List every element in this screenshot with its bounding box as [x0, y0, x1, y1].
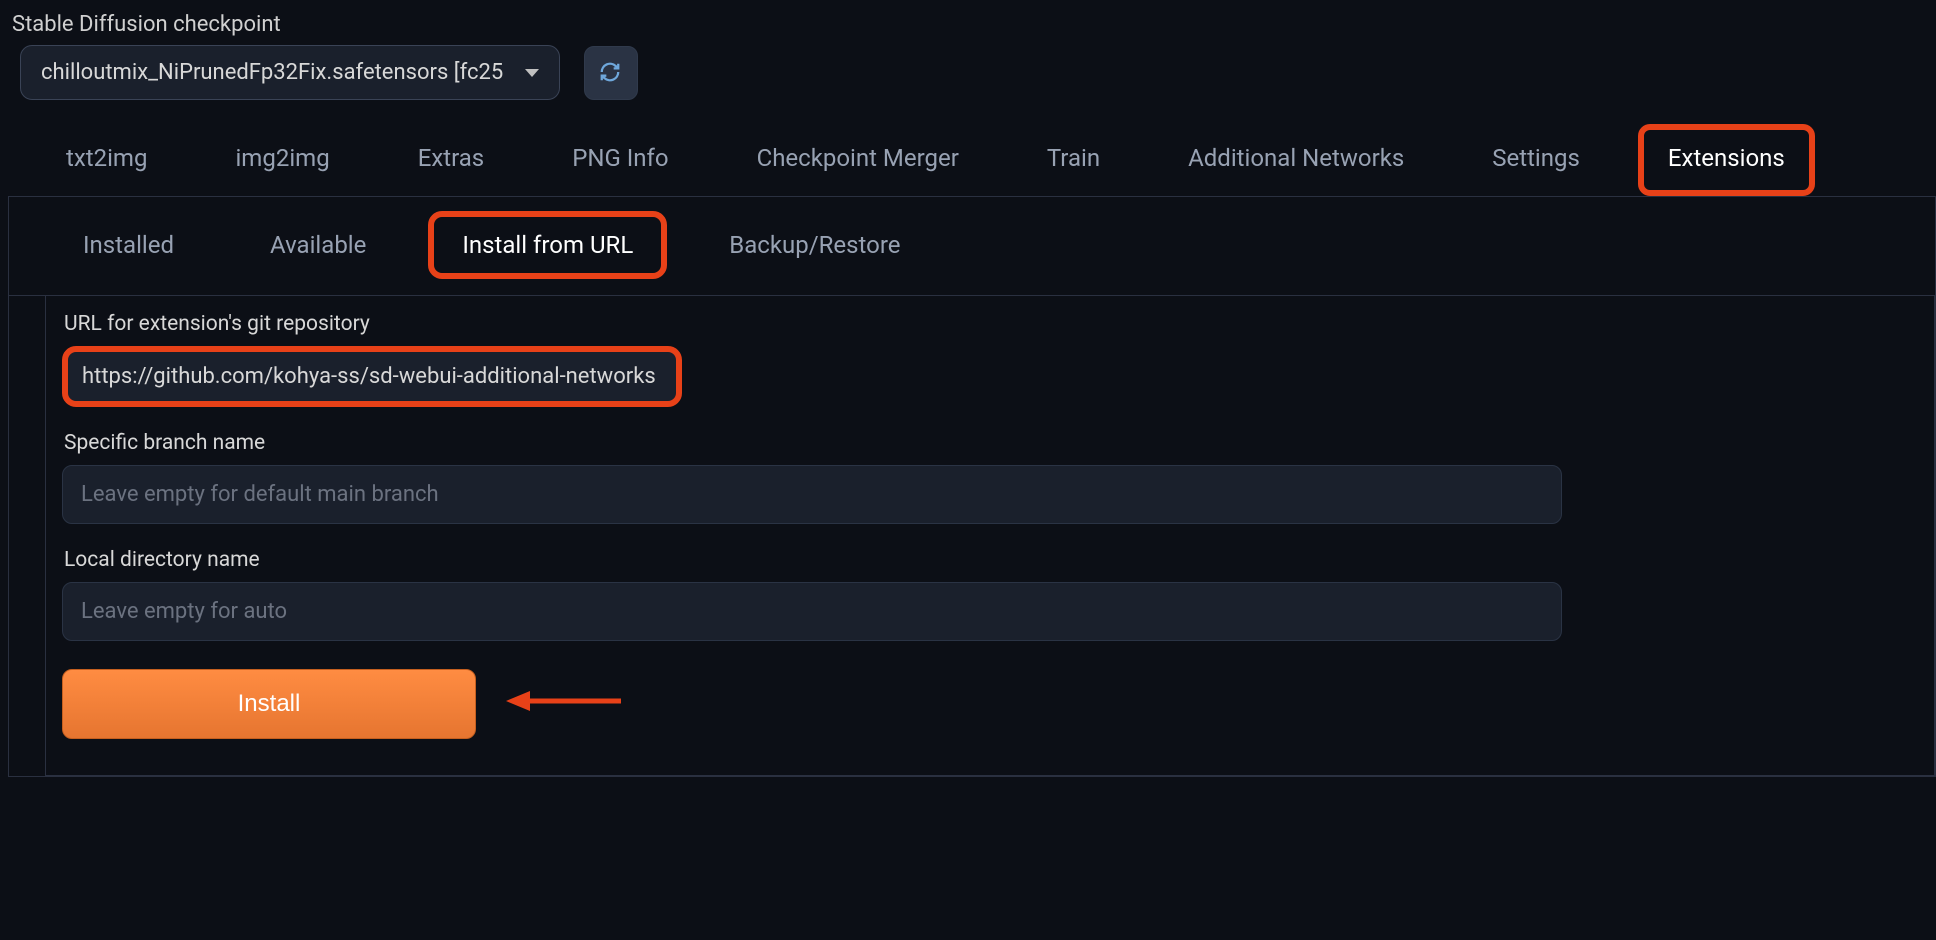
tab-img2img[interactable]: img2img	[205, 124, 359, 196]
refresh-button[interactable]	[584, 46, 638, 100]
sub-tab-installed[interactable]: Installed	[49, 211, 208, 279]
main-tabs: txt2img img2img Extras PNG Info Checkpoi…	[8, 124, 1936, 197]
branch-field-group: Specific branch name	[62, 431, 1934, 524]
url-field-group: URL for extension's git repository	[62, 312, 1934, 407]
tab-settings[interactable]: Settings	[1462, 124, 1610, 196]
branch-label: Specific branch name	[62, 431, 1934, 455]
tab-train[interactable]: Train	[1017, 124, 1130, 196]
arrow-annotation-icon	[506, 681, 626, 727]
install-row: Install	[62, 669, 1934, 739]
install-form: URL for extension's git repository Speci…	[45, 296, 1935, 776]
dir-label: Local directory name	[62, 548, 1934, 572]
tab-additional-networks[interactable]: Additional Networks	[1158, 124, 1434, 196]
content-panel: Installed Available Install from URL Bac…	[8, 197, 1936, 777]
dir-input[interactable]	[62, 582, 1562, 641]
tab-checkpoint-merger[interactable]: Checkpoint Merger	[727, 124, 989, 196]
url-input[interactable]	[62, 346, 682, 407]
refresh-icon	[599, 61, 623, 85]
checkpoint-label: Stable Diffusion checkpoint	[8, 8, 1936, 45]
sub-tab-backup-restore[interactable]: Backup/Restore	[695, 211, 934, 279]
url-label: URL for extension's git repository	[62, 312, 1934, 336]
tab-png-info[interactable]: PNG Info	[542, 124, 698, 196]
sub-tab-install-from-url[interactable]: Install from URL	[428, 211, 667, 279]
branch-input[interactable]	[62, 465, 1562, 524]
sub-tab-available[interactable]: Available	[236, 211, 400, 279]
checkpoint-value: chilloutmix_NiPrunedFp32Fix.safetensors …	[41, 60, 503, 85]
extensions-sub-tabs: Installed Available Install from URL Bac…	[9, 197, 1935, 296]
tab-extensions[interactable]: Extensions	[1638, 124, 1815, 196]
tab-txt2img[interactable]: txt2img	[36, 124, 177, 196]
tab-extras[interactable]: Extras	[388, 124, 515, 196]
dir-field-group: Local directory name	[62, 548, 1934, 641]
checkpoint-dropdown[interactable]: chilloutmix_NiPrunedFp32Fix.safetensors …	[20, 45, 560, 100]
chevron-down-icon	[525, 69, 539, 77]
checkpoint-row: chilloutmix_NiPrunedFp32Fix.safetensors …	[8, 45, 1936, 100]
install-button[interactable]: Install	[62, 669, 476, 739]
